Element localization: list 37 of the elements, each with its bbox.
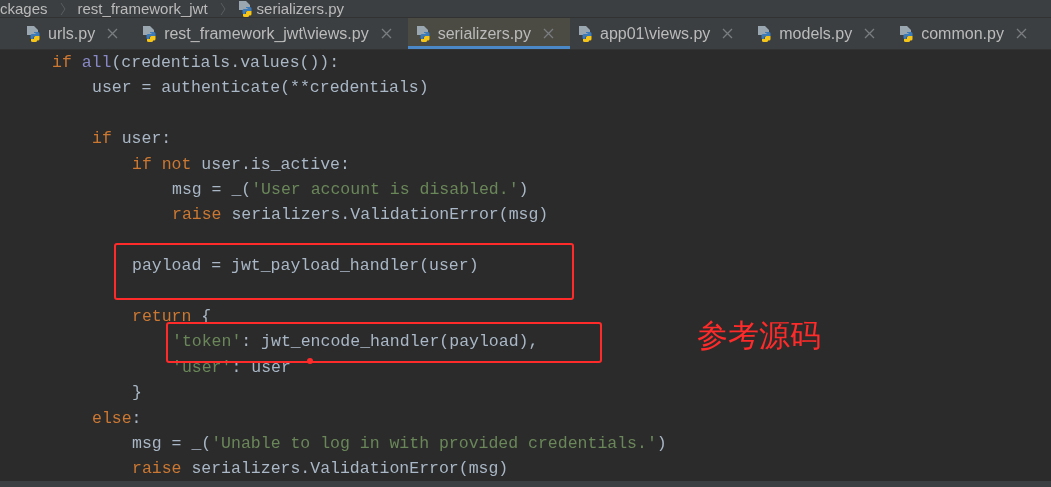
chevron-icon: [219, 1, 226, 16]
python-file-icon: [237, 0, 254, 17]
code-line: user = authenticate(**credentials): [92, 78, 429, 98]
close-icon[interactable]: [380, 28, 392, 39]
code-line: raise serializers.ValidationError(msg): [132, 459, 509, 479]
editor-tab[interactable]: app01\views.py: [570, 18, 750, 49]
close-icon[interactable]: [543, 28, 554, 39]
annotation-text: 参考源码: [697, 320, 821, 351]
python-file-icon: [899, 24, 916, 43]
python-file-icon: [142, 24, 159, 43]
editor-tab[interactable]: rest_framework_jwt\views.py: [134, 18, 408, 49]
python-file-icon: [578, 24, 594, 43]
editor-tab[interactable]: urls.py: [18, 18, 135, 49]
code-line: else:: [92, 408, 142, 428]
code-line: 'token': jwt_encode_handler(payload),: [172, 332, 539, 352]
breadcrumb-item[interactable]: rest_framework_jwt: [77, 1, 208, 16]
code-line: msg = _('User account is disabled.'): [172, 179, 529, 199]
close-icon[interactable]: [1015, 28, 1027, 39]
close-icon[interactable]: [107, 28, 119, 39]
close-icon[interactable]: [722, 28, 734, 39]
code-line: }: [132, 383, 142, 403]
code-line: msg = _('Unable to log in with provided credentials.'): [132, 433, 667, 453]
code-line: if all(credentials.values()):: [52, 53, 340, 72]
close-icon[interactable]: [864, 28, 876, 39]
code-line: if not user.is_active:: [132, 154, 350, 174]
python-file-icon: [757, 24, 774, 43]
python-file-icon: [26, 24, 42, 43]
editor-tab[interactable]: models.py: [749, 18, 892, 49]
code-line: payload = jwt_payload_handler(user): [132, 256, 479, 276]
breadcrumb-item[interactable]: serializers.py: [256, 1, 345, 16]
editor-tab[interactable]: serializers.py: [407, 18, 570, 49]
editor-tab[interactable]: common.py: [891, 18, 1043, 49]
breadcrumb-item[interactable]: ckages: [0, 1, 48, 16]
python-file-icon: [415, 24, 432, 43]
chevron-icon: [59, 1, 66, 16]
code-line: raise serializers.ValidationError(msg): [172, 205, 549, 225]
code-line: if user:: [92, 129, 172, 149]
